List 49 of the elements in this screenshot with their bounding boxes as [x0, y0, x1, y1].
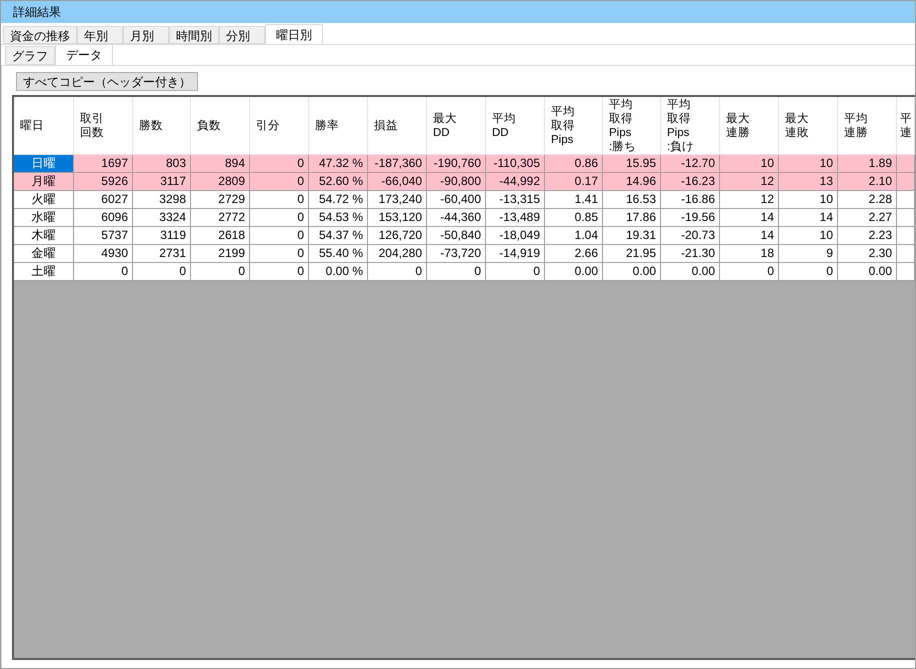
tab[interactable]: 時間別 [169, 26, 219, 44]
header-text: 曜日 [20, 118, 44, 132]
header-text: 平均DD [492, 112, 516, 140]
table-cell: 0 [427, 263, 486, 281]
tab[interactable]: グラフ [5, 46, 55, 65]
header-text: 平均取得Pips [551, 104, 575, 146]
table-cell: 0 [486, 263, 545, 281]
table-row[interactable]: 水曜 6096 3324 2772 0 54.53 % 153,120 -44,360 -13,489 0.85 17.86 -19.56 14 14 2.27 [14, 209, 915, 227]
table-cell: 0.00 [661, 263, 720, 281]
table-cell: 0 [191, 263, 250, 281]
table-row[interactable]: 金曜 4930 2731 2199 0 55.40 % 204,280 -73,720 -14,919 2.66 21.95 -21.30 18 9 2.30 [14, 245, 915, 263]
tab[interactable]: 月別 [123, 26, 169, 44]
header-text: 最大連勝 [726, 112, 750, 140]
tab[interactable]: 年別 [77, 26, 123, 44]
tab[interactable]: 資金の推移 [3, 26, 77, 44]
copy-button[interactable]: すべてコピー（ヘッダー付き） [16, 72, 198, 91]
table-row[interactable]: 火曜 6027 3298 2729 0 54.72 % 173,240 -60,400 -13,315 1.41 16.53 -16.86 12 10 2.28 [14, 191, 915, 209]
table-row[interactable]: 月曜 5926 3117 2809 0 52.60 % -66,040 -90,800 -44,992 0.17 14.96 -16.23 12 13 2.10 [14, 173, 915, 191]
header-text: 最大連敗 [785, 112, 809, 140]
table-cell: 0 [74, 263, 133, 281]
table-cell: 0 [779, 263, 838, 281]
header-text: 取引回数 [80, 112, 104, 140]
header-text: 損益 [374, 118, 398, 132]
tab[interactable]: 分別 [219, 26, 265, 44]
table-row[interactable]: 土曜 0 0 0 0 0.00 % 0 0 0 0.00 0.00 0.00 0 0 0.00 [14, 263, 915, 281]
header-text: 平連 [900, 112, 912, 140]
header-text: 最大DD [433, 112, 457, 140]
table-cell: 0.00 [603, 263, 661, 281]
table-cell: 0 [250, 263, 309, 281]
header-text: 勝率 [315, 118, 339, 132]
tab[interactable]: データ [55, 44, 113, 65]
row-header-cell[interactable]: 日曜 [14, 155, 74, 173]
table-cell: 0 [133, 263, 191, 281]
table-cell: 0 [720, 263, 779, 281]
row-header-cell[interactable]: 土曜 [14, 263, 74, 281]
header-text: 引分 [256, 118, 280, 132]
table-cell: 0.00 [838, 263, 897, 281]
header-text: 負数 [197, 118, 221, 132]
header-text: 平均取得Pips:負け [667, 98, 694, 154]
window-title: 詳細結果 [13, 4, 61, 21]
header-text: 平均取得Pips:勝ち [609, 98, 636, 154]
tab[interactable]: 曜日別 [265, 24, 323, 44]
header-text: 勝数 [139, 118, 163, 132]
table-row[interactable]: 木曜 5737 3119 2618 0 54.37 % 126,720 -50,840 -18,049 1.04 19.31 -20.73 14 10 2.23 [14, 227, 915, 245]
table-cell: 0.00 [545, 263, 603, 281]
table-row[interactable]: 日曜 1697 803 894 0 47.32 % -187,360 -190,760 -110,305 0.86 15.95 -12.70 10 10 1.89 [14, 155, 915, 173]
header-text: 平均連勝 [844, 112, 868, 140]
table-cell: 0.00 % [309, 263, 368, 281]
table-cell: 0 [368, 263, 427, 281]
